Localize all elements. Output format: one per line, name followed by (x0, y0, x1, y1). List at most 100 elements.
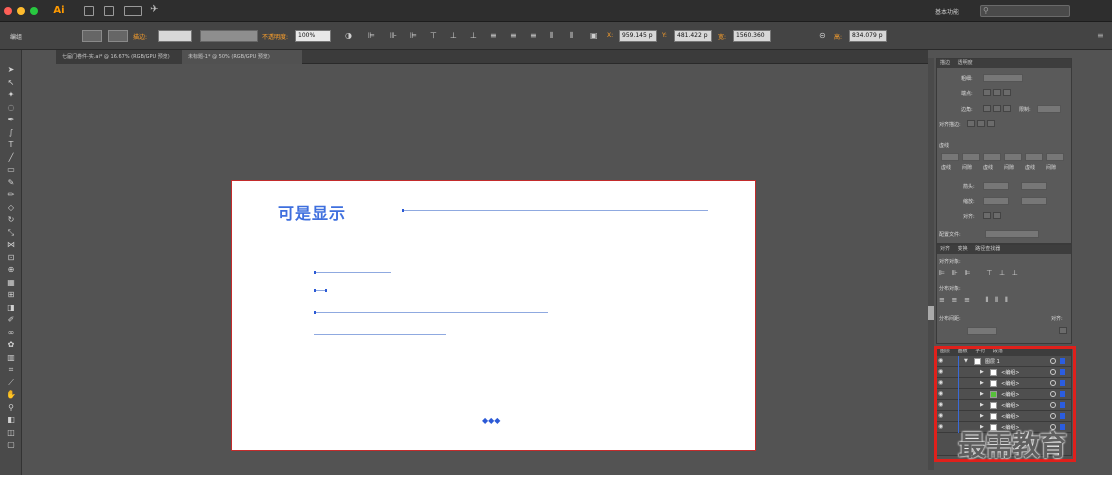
gradient-tool-icon[interactable]: ◨ (1, 302, 21, 315)
tab-transparency[interactable]: 透明度 (958, 60, 973, 66)
guide-line[interactable] (314, 271, 391, 274)
y-input[interactable]: 481.422 p (674, 30, 712, 42)
end-arrow-scale-field[interactable] (1021, 197, 1047, 205)
opacity-input[interactable]: 100% (295, 30, 331, 42)
mesh-tool-icon[interactable]: ⊞ (1, 289, 21, 302)
rotate-tool-icon[interactable]: ↻ (1, 214, 21, 227)
lasso-tool-icon[interactable]: ◌ (1, 102, 21, 115)
bevel-join-button[interactable] (1003, 105, 1011, 112)
distribute-vcenter-icon[interactable]: ≡ (510, 31, 517, 41)
stroke-label[interactable]: 描边: (133, 32, 147, 41)
x-input[interactable]: 959.145 p (619, 30, 657, 42)
align-right-icon[interactable]: ⊫ (410, 31, 417, 41)
align-left-icon[interactable]: ⊫ (368, 31, 375, 41)
miter-join-button[interactable] (983, 105, 991, 112)
zoom-tool-icon[interactable]: ⚲ (1, 402, 21, 415)
guide-line[interactable] (402, 209, 708, 212)
stroke-weight-input[interactable] (158, 30, 192, 42)
arrow-align-tip-button[interactable] (983, 212, 991, 219)
distribute-bottom-icon[interactable]: ≡ (530, 31, 537, 41)
distribute-top-icon[interactable]: ≡ (490, 31, 497, 41)
fill-swatch[interactable] (82, 30, 102, 42)
variable-width-profile[interactable] (200, 30, 258, 42)
butt-cap-button[interactable] (983, 89, 991, 96)
zoom-window-button[interactable] (30, 7, 38, 15)
shape-builder-tool-icon[interactable]: ⊕ (1, 264, 21, 277)
guide-line[interactable] (314, 289, 327, 292)
distribute-hcenter-icon[interactable]: ⫴ (570, 31, 573, 41)
direct-selection-tool-icon[interactable]: ↖ (1, 77, 21, 90)
artboard[interactable]: 可是显示 ◆◆◆ (231, 180, 756, 451)
square-cap-button[interactable] (1003, 89, 1011, 96)
stroke-swatch[interactable] (108, 30, 128, 42)
minimize-window-button[interactable] (17, 7, 25, 15)
start-arrowhead-select[interactable] (983, 182, 1009, 190)
bridge-icon[interactable] (84, 6, 94, 16)
eraser-tool-icon[interactable]: ◇ (1, 202, 21, 215)
distribute-left-icon[interactable]: ⫴ (550, 31, 553, 41)
width-tool-icon[interactable]: ⋈ (1, 239, 21, 252)
fill-stroke-icon[interactable]: ◧ (1, 414, 21, 427)
free-transform-tool-icon[interactable]: ⊡ (1, 252, 21, 265)
tab-stroke[interactable]: 描边 (940, 60, 950, 66)
stock-icon[interactable] (104, 6, 114, 16)
stroke-weight-field[interactable] (983, 74, 1023, 82)
search-input[interactable]: ⚲ (980, 5, 1070, 17)
paintbrush-tool-icon[interactable]: ✎ (1, 177, 21, 190)
type-tool-icon[interactable]: T (1, 139, 21, 152)
align-vcenter-icon[interactable]: ⊥ (450, 31, 457, 41)
pencil-tool-icon[interactable]: ✏ (1, 189, 21, 202)
hand-tool-icon[interactable]: ✋ (1, 389, 21, 402)
arrow-align-end-button[interactable] (993, 212, 1001, 219)
tab-document-1[interactable]: 七届门卷件-实.ai* @ 16.67% (RGB/GPU 预览) (56, 50, 182, 64)
guide-line[interactable] (314, 334, 446, 335)
canvas-area[interactable]: 可是显示 ◆◆◆ (56, 64, 928, 475)
anchor-point[interactable] (314, 289, 316, 292)
blend-tool-icon[interactable]: ∞ (1, 327, 21, 340)
gap-field-2[interactable] (1004, 153, 1022, 161)
arrange-documents-icon[interactable] (124, 6, 142, 16)
pen-tool-icon[interactable]: ✒ (1, 114, 21, 127)
dock-scrollbar-thumb[interactable] (928, 306, 934, 320)
width-profile-select[interactable] (985, 230, 1039, 238)
align-stroke-outside-button[interactable] (987, 120, 995, 127)
tab-pathfinder[interactable]: 路径查找器 (975, 246, 1000, 252)
screen-mode-icon[interactable]: ▢ (1, 439, 21, 452)
anchor-point[interactable] (314, 311, 316, 314)
gap-field-3[interactable] (1046, 153, 1064, 161)
start-arrow-scale-field[interactable] (983, 197, 1009, 205)
rectangle-tool-icon[interactable]: ▭ (1, 164, 21, 177)
transform-icon[interactable]: ▣ (590, 31, 598, 41)
curvature-tool-icon[interactable]: ∫ (1, 127, 21, 140)
end-arrowhead-select[interactable] (1021, 182, 1047, 190)
constrain-proportions-icon[interactable]: ⊝ (819, 31, 826, 40)
align-stroke-inside-button[interactable] (977, 120, 985, 127)
width-input[interactable]: 1560.360 (733, 30, 771, 42)
align-to-select[interactable] (1059, 327, 1067, 334)
align-top-icon[interactable]: ⊤ (430, 31, 437, 41)
artboard-title-text[interactable]: 可是显示 (278, 200, 346, 224)
workspace-switcher[interactable]: 基本功能 (935, 7, 959, 16)
align-objects-buttons[interactable]: ⊫ ⊪ ⊫ ⊤ ⊥ ⊥ (939, 269, 1018, 277)
close-window-button[interactable] (4, 7, 12, 15)
graph-tool-icon[interactable]: ▥ (1, 352, 21, 365)
gap-field-1[interactable] (962, 153, 980, 161)
selection-tool-icon[interactable]: ➤ (1, 64, 21, 77)
dash-field-2[interactable] (983, 153, 1001, 161)
dash-field-3[interactable] (1025, 153, 1043, 161)
miter-limit-field[interactable] (1037, 105, 1061, 113)
perspective-grid-tool-icon[interactable]: ▦ (1, 277, 21, 290)
align-stroke-center-button[interactable] (967, 120, 975, 127)
gpu-performance-icon[interactable]: ✈ (150, 4, 158, 16)
artboard-tool-icon[interactable]: ⌗ (1, 364, 21, 377)
anchor-point[interactable] (314, 271, 316, 274)
distribute-objects-buttons[interactable]: ≡ ≡ ≡ ⫴ ⫴ ⫴ (939, 296, 1008, 305)
recolor-icon[interactable]: ◑ (345, 31, 352, 41)
guide-line[interactable] (314, 311, 548, 314)
dash-field-1[interactable] (941, 153, 959, 161)
opacity-label[interactable]: 不透明度: (262, 32, 288, 41)
magic-wand-tool-icon[interactable]: ✦ (1, 89, 21, 102)
drawing-modes-icon[interactable]: ◫ (1, 427, 21, 440)
anchor-point[interactable] (325, 289, 327, 292)
tab-transform[interactable]: 变换 (958, 246, 968, 252)
